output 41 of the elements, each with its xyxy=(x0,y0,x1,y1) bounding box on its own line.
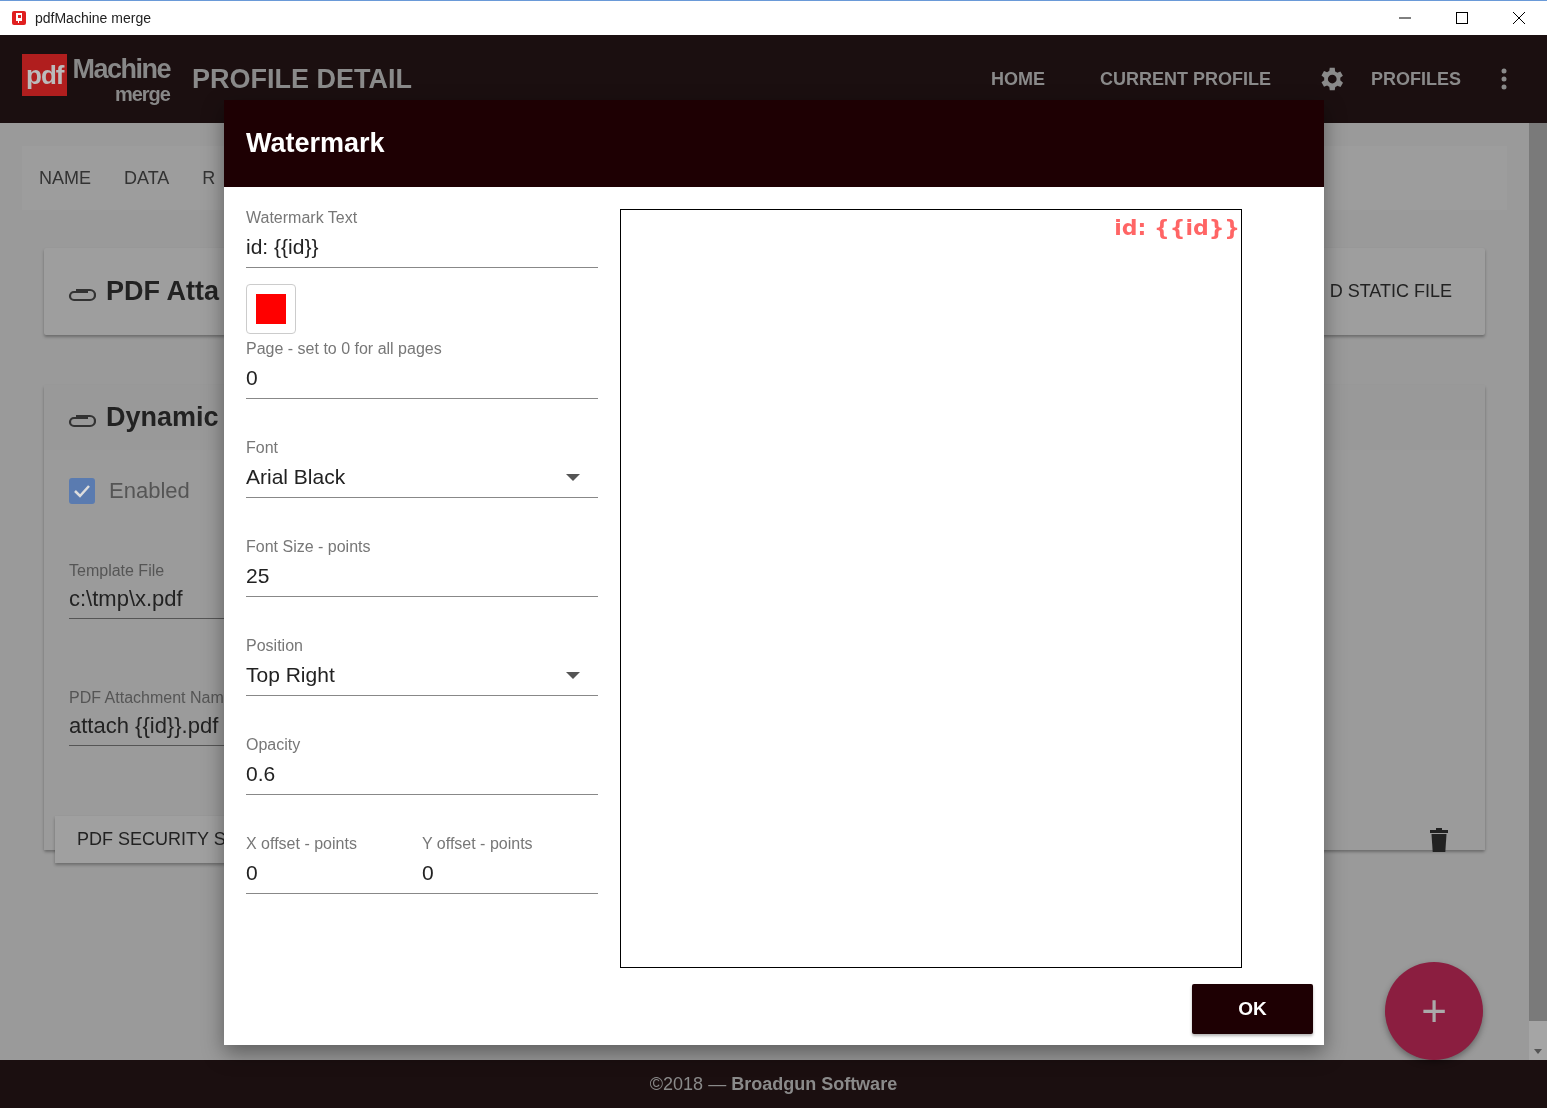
paperclip-icon xyxy=(66,286,96,303)
text-field[interactable]: Y offset - points 0 xyxy=(422,835,598,893)
maximize-icon[interactable] xyxy=(1456,12,1468,24)
text-field[interactable]: Font Size - points 25 xyxy=(246,538,598,597)
nav-link[interactable]: PROFILES xyxy=(1371,68,1461,90)
caret-icon xyxy=(566,473,580,481)
more-icon[interactable] xyxy=(1501,67,1507,91)
nav-link[interactable]: HOME xyxy=(991,68,1045,90)
logo-text: Machine xyxy=(72,54,170,84)
select-field[interactable]: Font Arial Black xyxy=(246,439,598,498)
select-field[interactable]: Position Top Right xyxy=(246,637,598,696)
window-title: pdfMachine merge xyxy=(35,10,151,26)
tab[interactable]: NAME xyxy=(39,167,91,189)
tab[interactable]: DATA xyxy=(124,167,170,189)
page-title: PROFILE DETAIL xyxy=(191,63,412,95)
color-picker-button[interactable] xyxy=(246,284,296,334)
text-field[interactable]: Watermark Text id: {{id}} xyxy=(246,209,598,268)
scroll-down-icon[interactable] xyxy=(1534,1049,1542,1054)
close-icon[interactable] xyxy=(1513,12,1525,24)
caret-icon xyxy=(566,671,580,679)
checkbox-label: Enabled xyxy=(109,478,190,504)
nav-link[interactable]: CURRENT PROFILE xyxy=(1100,68,1271,90)
card-title: Dynamic xyxy=(106,402,219,433)
scrollbar[interactable] xyxy=(1529,123,1547,1060)
logo-mark: pdf xyxy=(22,54,68,96)
paperclip-icon xyxy=(66,412,96,429)
dialog-title: Watermark xyxy=(246,128,385,159)
ok-button[interactable]: OK xyxy=(1192,984,1313,1034)
checkbox[interactable] xyxy=(69,478,95,504)
text-field[interactable]: Page - set to 0 for all pages 0 xyxy=(246,340,598,399)
text-field[interactable]: X offset - points 0 xyxy=(246,835,422,893)
add-button[interactable]: + xyxy=(1385,962,1483,1060)
tab[interactable]: R xyxy=(202,167,216,189)
add-static-file-button[interactable]: D STATIC FILE xyxy=(1329,281,1452,302)
logo-subtext: merge xyxy=(114,84,170,104)
card-title: PDF Atta xyxy=(106,276,219,307)
watermark-preview-text: id: {{id}} xyxy=(1114,215,1240,240)
text-field[interactable]: Opacity 0.6 xyxy=(246,736,598,795)
app-icon xyxy=(11,10,27,26)
copyright-text: ©2018 — Broadgun Software xyxy=(649,1073,898,1095)
trash-icon[interactable] xyxy=(1430,827,1448,852)
